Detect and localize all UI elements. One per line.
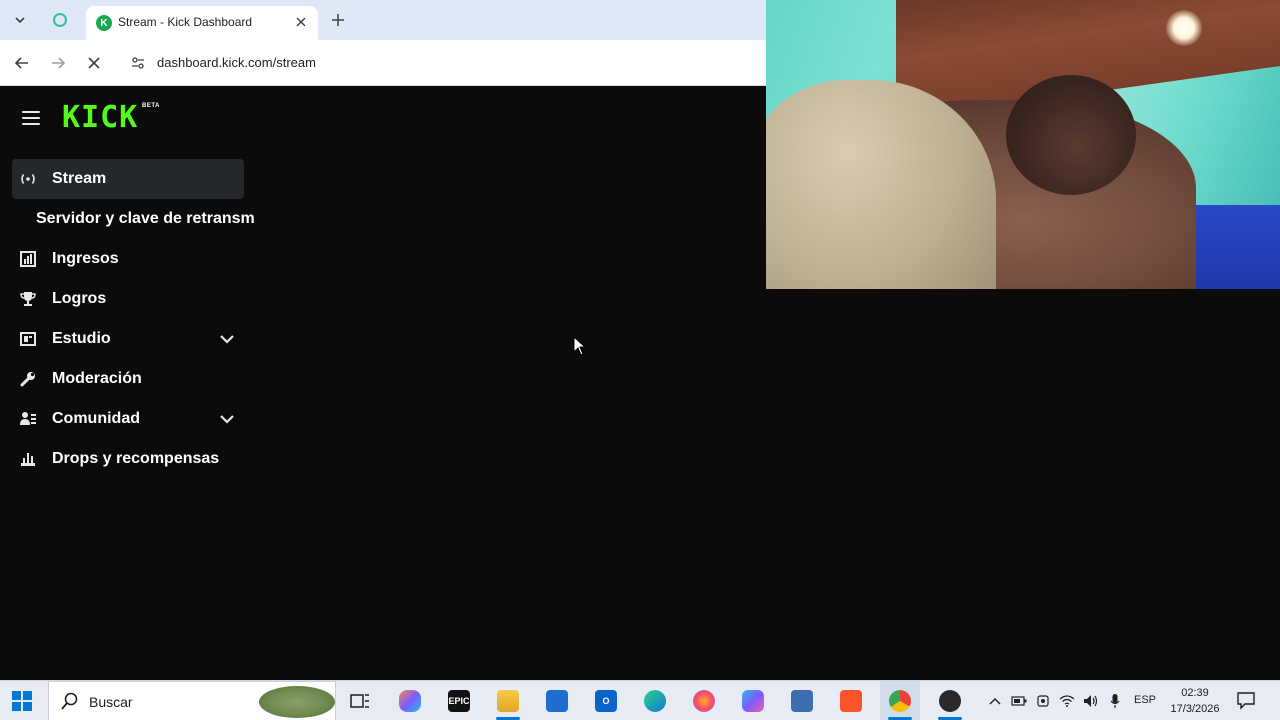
clock-time: 02:39 bbox=[1181, 687, 1209, 699]
back-button[interactable] bbox=[10, 51, 34, 75]
edge-icon[interactable] bbox=[635, 681, 675, 720]
url-text: dashboard.kick.com/stream bbox=[157, 55, 316, 70]
forward-button[interactable] bbox=[46, 51, 70, 75]
chevron-up-icon[interactable] bbox=[986, 691, 1004, 711]
microsoft-store-icon[interactable] bbox=[537, 681, 577, 720]
clock[interactable]: 02:39 17/3/2026 bbox=[1168, 685, 1222, 717]
studio-icon bbox=[18, 329, 38, 349]
sidebar-item-moderacion[interactable]: Moderación bbox=[12, 359, 244, 399]
sidebar-item-label: Drops y recompensas bbox=[52, 450, 220, 467]
plus-icon bbox=[332, 14, 344, 26]
copilot-icon[interactable] bbox=[390, 681, 430, 720]
close-icon bbox=[88, 57, 100, 69]
tab-close-icon[interactable] bbox=[292, 13, 310, 31]
sidebar-item-logros[interactable]: Logros bbox=[12, 279, 244, 319]
wifi-icon[interactable] bbox=[1058, 691, 1076, 711]
sidebar-item-stream[interactable]: Stream bbox=[12, 159, 244, 199]
sidebar-item-comunidad[interactable]: Comunidad bbox=[12, 399, 244, 439]
m365-icon[interactable] bbox=[733, 681, 773, 720]
sidebar-item-label: Comunidad bbox=[52, 410, 140, 427]
kick-logo[interactable]: KICK BETA bbox=[62, 100, 159, 135]
active-tab[interactable]: K Stream - Kick Dashboard bbox=[86, 6, 318, 40]
drops-icon bbox=[18, 449, 38, 469]
address-bar[interactable]: dashboard.kick.com/stream bbox=[120, 47, 820, 79]
trophy-icon bbox=[18, 289, 38, 309]
beta-badge: BETA bbox=[142, 103, 160, 109]
menu-icon[interactable] bbox=[22, 111, 42, 125]
volume-icon[interactable] bbox=[1082, 691, 1100, 711]
logo-text: KICK bbox=[62, 100, 139, 135]
language-indicator[interactable]: ESP bbox=[1134, 694, 1156, 706]
arrow-left-icon bbox=[14, 57, 28, 69]
taskbar-search[interactable]: Buscar bbox=[48, 681, 336, 720]
arrow-right-icon bbox=[52, 57, 66, 69]
chevron-down-icon[interactable] bbox=[218, 331, 236, 347]
webcam-person-head bbox=[1006, 75, 1136, 195]
search-placeholder: Buscar bbox=[89, 694, 133, 710]
sidebar-item-label: Stream bbox=[52, 170, 107, 187]
webcam-overlay bbox=[766, 0, 1280, 289]
sidebar-item-label: Ingresos bbox=[52, 250, 119, 267]
camera-icon[interactable] bbox=[1034, 691, 1052, 711]
sidebar-item-label: Estudio bbox=[52, 330, 111, 347]
search-highlight-image bbox=[259, 686, 335, 718]
new-tab-button[interactable] bbox=[326, 8, 350, 32]
battery-icon[interactable] bbox=[1010, 691, 1028, 711]
webcam-light bbox=[1166, 10, 1202, 46]
site-info-icon[interactable] bbox=[128, 53, 148, 73]
inactive-tab[interactable] bbox=[48, 8, 72, 32]
sidebar-item-label: Servidor y clave de retransm bbox=[36, 210, 255, 227]
stop-loading-button[interactable] bbox=[82, 51, 106, 75]
chevron-down-icon bbox=[15, 17, 25, 24]
chart-icon bbox=[18, 249, 38, 269]
clock-date: 17/3/2026 bbox=[1170, 703, 1220, 715]
tab-search-button[interactable] bbox=[8, 8, 32, 32]
firefox-icon[interactable] bbox=[684, 681, 724, 720]
search-icon bbox=[61, 692, 79, 710]
wrench-icon bbox=[18, 369, 38, 389]
chrome-icon[interactable] bbox=[880, 681, 920, 720]
tab-favicon-icon bbox=[53, 13, 67, 27]
tab-title: Stream - Kick Dashboard bbox=[118, 15, 253, 29]
sidebar-item-drops[interactable]: Drops y recompensas bbox=[12, 439, 244, 479]
task-view-icon[interactable] bbox=[340, 681, 380, 720]
sidebar-item-label: Moderación bbox=[52, 370, 142, 387]
users-icon bbox=[18, 409, 38, 429]
windows-taskbar: Buscar EPIC O ESP 02:39 17/3/2026 bbox=[0, 680, 1280, 720]
network-app-icon[interactable] bbox=[782, 681, 822, 720]
sidebar-item-ingresos[interactable]: Ingresos bbox=[12, 239, 244, 279]
obs-icon[interactable] bbox=[930, 681, 970, 720]
kick-favicon-icon: K bbox=[96, 15, 112, 31]
windows-start-icon[interactable] bbox=[12, 691, 32, 711]
chevron-down-icon[interactable] bbox=[218, 411, 236, 427]
notification-icon[interactable] bbox=[1236, 690, 1258, 712]
sidebar-subitem-stream-key[interactable]: Servidor y clave de retransm bbox=[36, 199, 258, 239]
mouse-cursor-icon bbox=[573, 335, 587, 361]
broadcast-icon bbox=[18, 169, 38, 189]
outlook-icon[interactable]: O bbox=[586, 681, 626, 720]
sidebar-item-estudio[interactable]: Estudio bbox=[12, 319, 244, 359]
brave-icon[interactable] bbox=[831, 681, 871, 720]
sidebar-item-label: Logros bbox=[52, 290, 107, 307]
file-explorer-icon[interactable] bbox=[488, 681, 528, 720]
microphone-icon[interactable] bbox=[1106, 691, 1124, 711]
epic-games-icon[interactable]: EPIC bbox=[439, 681, 479, 720]
